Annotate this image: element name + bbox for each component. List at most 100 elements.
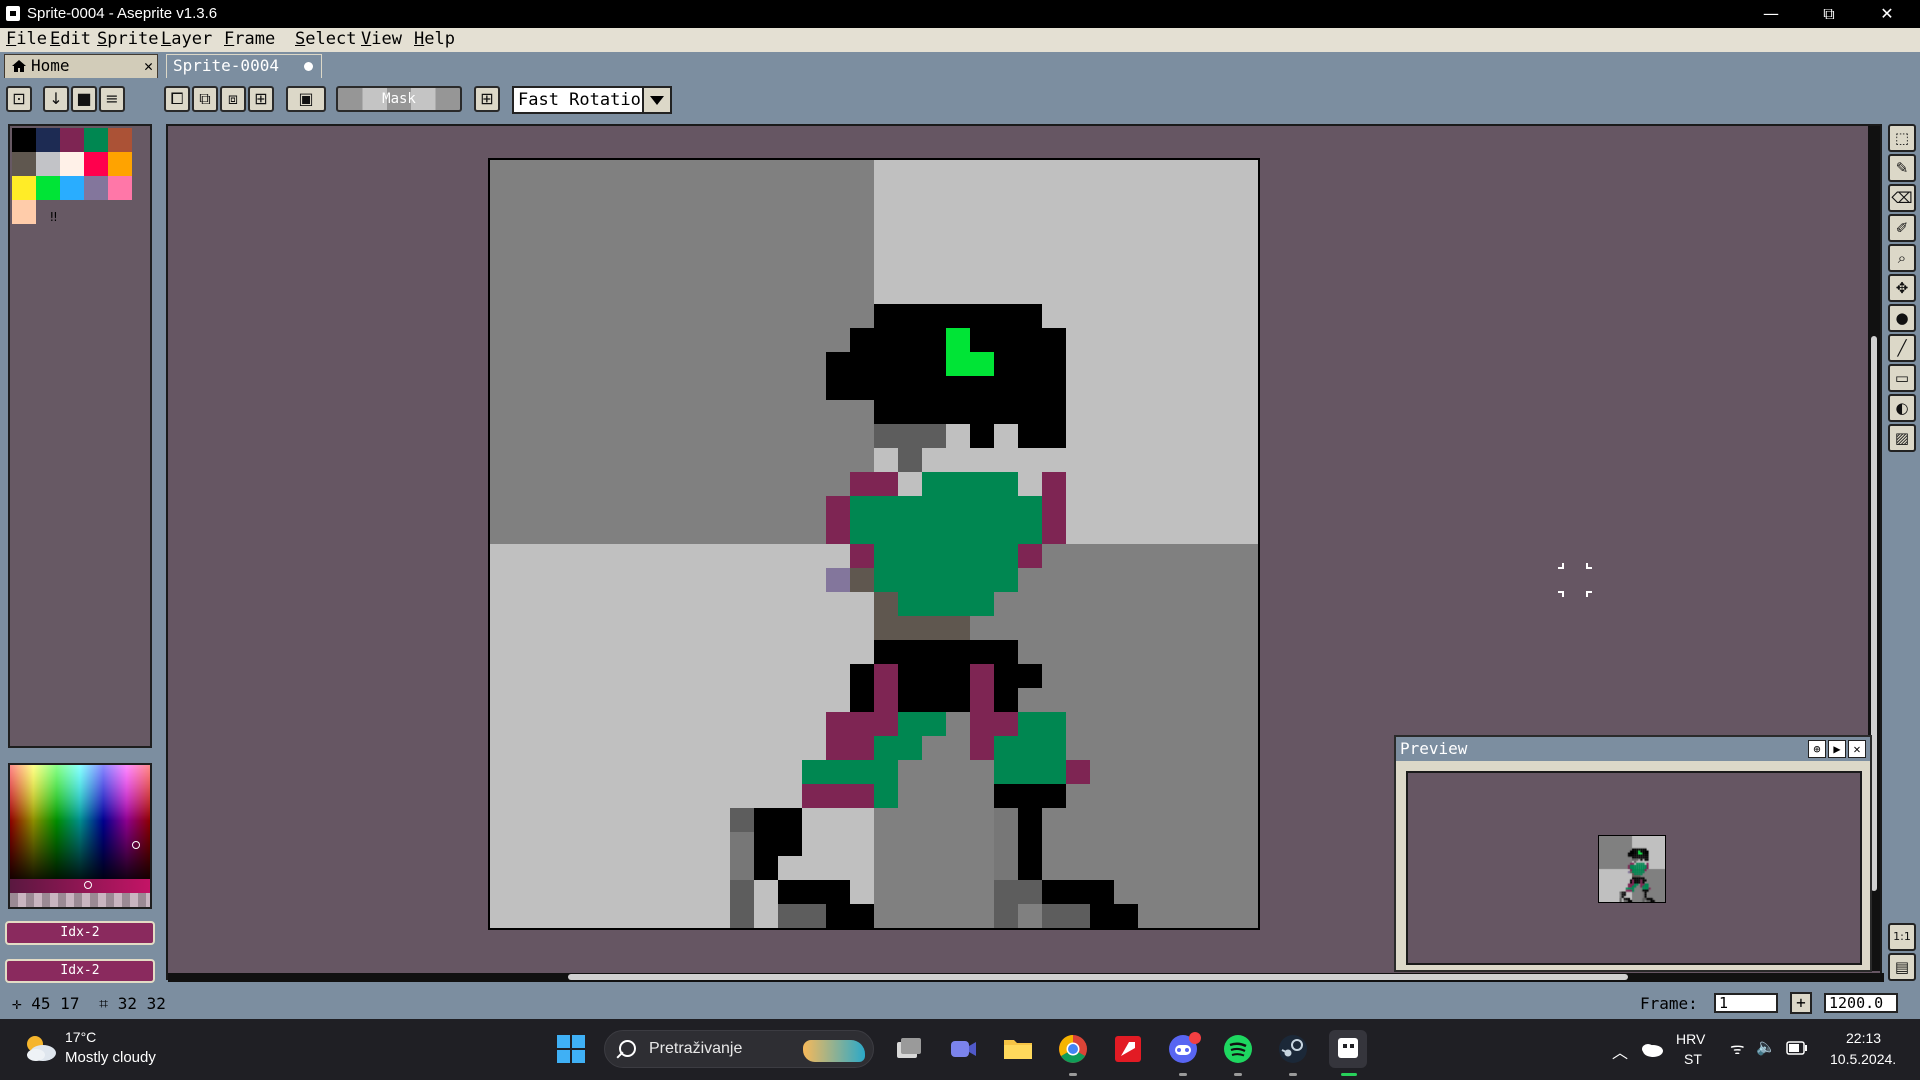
lock-layer-button[interactable]: ⊡ (6, 86, 32, 112)
keyboard-language[interactable]: HRV (1676, 1031, 1705, 1047)
palette-swatch[interactable] (36, 128, 60, 152)
background-color-button[interactable]: Idx-2 (5, 959, 155, 983)
sprite-canvas[interactable] (488, 158, 1260, 930)
transparent-color-button[interactable]: ▣ (286, 86, 326, 112)
taskbar-search[interactable]: Pretraživanje (604, 1030, 874, 1068)
palette-swatch[interactable] (60, 152, 84, 176)
steam-button[interactable] (1274, 1030, 1312, 1076)
new-frame-button[interactable]: + (1790, 992, 1812, 1014)
crosshair-small-icon: ✛ (12, 994, 22, 1013)
preview-titlebar[interactable]: Preview ⊕ ▶ ✕ (1396, 737, 1870, 761)
clock-time[interactable]: 22:13 (1846, 1030, 1881, 1046)
palette-swatch[interactable] (36, 152, 60, 176)
horizontal-scroll-thumb[interactable] (568, 974, 1628, 980)
battery-icon[interactable] (1786, 1041, 1808, 1055)
tab-sprite[interactable]: Sprite-0004 (166, 54, 322, 78)
file-explorer-button[interactable] (999, 1030, 1037, 1068)
spotify-button[interactable] (1219, 1030, 1257, 1076)
menu-help[interactable]: Help (414, 29, 455, 49)
alpha-slider[interactable] (8, 893, 152, 909)
timeline-toggle-icon[interactable]: ▤ (1888, 953, 1916, 981)
menu-sprite[interactable]: Sprite (97, 29, 158, 49)
meet-app-button[interactable] (944, 1030, 982, 1068)
preview-center-button[interactable]: ⊕ (1808, 740, 1826, 758)
blur-tool-icon[interactable]: ▨ (1888, 424, 1916, 452)
palette-swatch[interactable] (12, 200, 36, 224)
selection-subtract-button[interactable]: ⧈ (220, 86, 246, 112)
close-button[interactable]: ✕ (1858, 0, 1916, 28)
aseprite-taskbar-button[interactable] (1329, 1030, 1367, 1076)
discord-button[interactable] (1164, 1030, 1202, 1076)
palette-swatch[interactable] (12, 152, 36, 176)
palette-swatch[interactable] (108, 128, 132, 152)
palette-swatch[interactable] (60, 128, 84, 152)
amd-software-button[interactable] (1109, 1030, 1147, 1068)
menu-view[interactable]: View (361, 29, 402, 49)
chrome-button[interactable] (1054, 1030, 1092, 1076)
menu-edit[interactable]: Edit (50, 29, 91, 49)
task-view-button[interactable] (889, 1030, 927, 1068)
minimize-button[interactable]: — (1742, 0, 1800, 28)
menu-file[interactable]: File (6, 29, 47, 49)
palette-swatch[interactable] (12, 128, 36, 152)
selection-replace-button[interactable]: ⧠ (164, 86, 190, 112)
move-down-button[interactable]: ↓ (43, 86, 69, 112)
foreground-color-button[interactable]: Idx-2 (5, 921, 155, 945)
start-button[interactable] (552, 1030, 590, 1068)
onedrive-cloud-icon[interactable] (1640, 1041, 1664, 1057)
marquee-tool-icon[interactable]: ⬚ (1888, 124, 1916, 152)
stop-button[interactable]: ■ (71, 86, 97, 112)
pivot-button[interactable]: ⊞ (474, 86, 500, 112)
pencil-tool-icon[interactable]: ✎ (1888, 154, 1916, 182)
move-tool-icon[interactable]: ✥ (1888, 274, 1916, 302)
options-button[interactable]: ≡ (99, 86, 125, 112)
palette-swatch[interactable] (84, 176, 108, 200)
tab-close-icon[interactable]: ✕ (144, 55, 153, 77)
paint-bucket-tool-icon[interactable]: ● (1888, 304, 1916, 332)
palette-swatch[interactable] (84, 152, 108, 176)
palette-swatch[interactable] (36, 176, 60, 200)
palette-more-icon[interactable]: ‼ (50, 210, 57, 224)
rectangle-tool-icon[interactable]: ▭ (1888, 364, 1916, 392)
wifi-icon[interactable]: ᯤ (1730, 1037, 1745, 1059)
restore-button[interactable]: ⧉ (1800, 0, 1858, 28)
palette-swatch[interactable] (108, 152, 132, 176)
line-tool-icon[interactable]: ╱ (1888, 334, 1916, 362)
mask-color-button[interactable]: Mask (336, 86, 462, 112)
contour-tool-icon[interactable]: ◐ (1888, 394, 1916, 422)
unsaved-dot-icon[interactable] (304, 62, 313, 71)
palette-swatch[interactable] (108, 176, 132, 200)
selection-intersect-button[interactable]: ⊞ (248, 86, 274, 112)
keyboard-layout[interactable]: ST (1684, 1051, 1702, 1067)
preview-body[interactable] (1406, 771, 1862, 965)
zoom-tool-icon[interactable]: ⌕ (1888, 244, 1916, 272)
palette-swatch[interactable] (60, 176, 84, 200)
volume-icon[interactable]: 🔈 (1756, 1037, 1776, 1056)
sprite-pixel (1042, 712, 1066, 736)
eraser-tool-icon[interactable]: ⌫ (1888, 184, 1916, 212)
color-spectrum[interactable] (8, 763, 152, 891)
editor-canvas-area[interactable]: Preview ⊕ ▶ ✕ (166, 124, 1884, 982)
preview-play-button[interactable]: ▶ (1828, 740, 1846, 758)
hue-slider[interactable] (8, 879, 152, 893)
tab-home[interactable]: Home ✕ (4, 54, 158, 78)
tray-chevron-up-icon[interactable]: ︿ (1612, 1039, 1628, 1063)
preview-close-button[interactable]: ✕ (1848, 740, 1866, 758)
palette-swatch[interactable] (12, 176, 36, 200)
menu-select[interactable]: Select (295, 29, 356, 49)
palette-swatch[interactable] (84, 128, 108, 152)
hue-cursor[interactable] (84, 881, 92, 889)
selection-add-button[interactable]: ⧉ (192, 86, 218, 112)
zoom-input[interactable]: 1200.0 (1824, 993, 1898, 1013)
rotation-algorithm-select[interactable]: Fast Rotation (512, 86, 672, 114)
zoom-100-button[interactable]: 1:1 (1888, 923, 1916, 951)
frame-input[interactable]: 1 (1714, 993, 1778, 1013)
horizontal-scrollbar[interactable] (168, 973, 1884, 982)
eyedropper-tool-icon[interactable]: ✐ (1888, 214, 1916, 242)
chevron-down-icon[interactable] (642, 86, 672, 114)
clock-date[interactable]: 10.5.2024. (1830, 1051, 1896, 1067)
spectrum-cursor[interactable] (132, 841, 140, 849)
cloudy-weather-icon[interactable] (22, 1033, 58, 1063)
menu-layer[interactable]: Layer (161, 29, 212, 49)
menu-frame[interactable]: Frame (224, 29, 275, 49)
